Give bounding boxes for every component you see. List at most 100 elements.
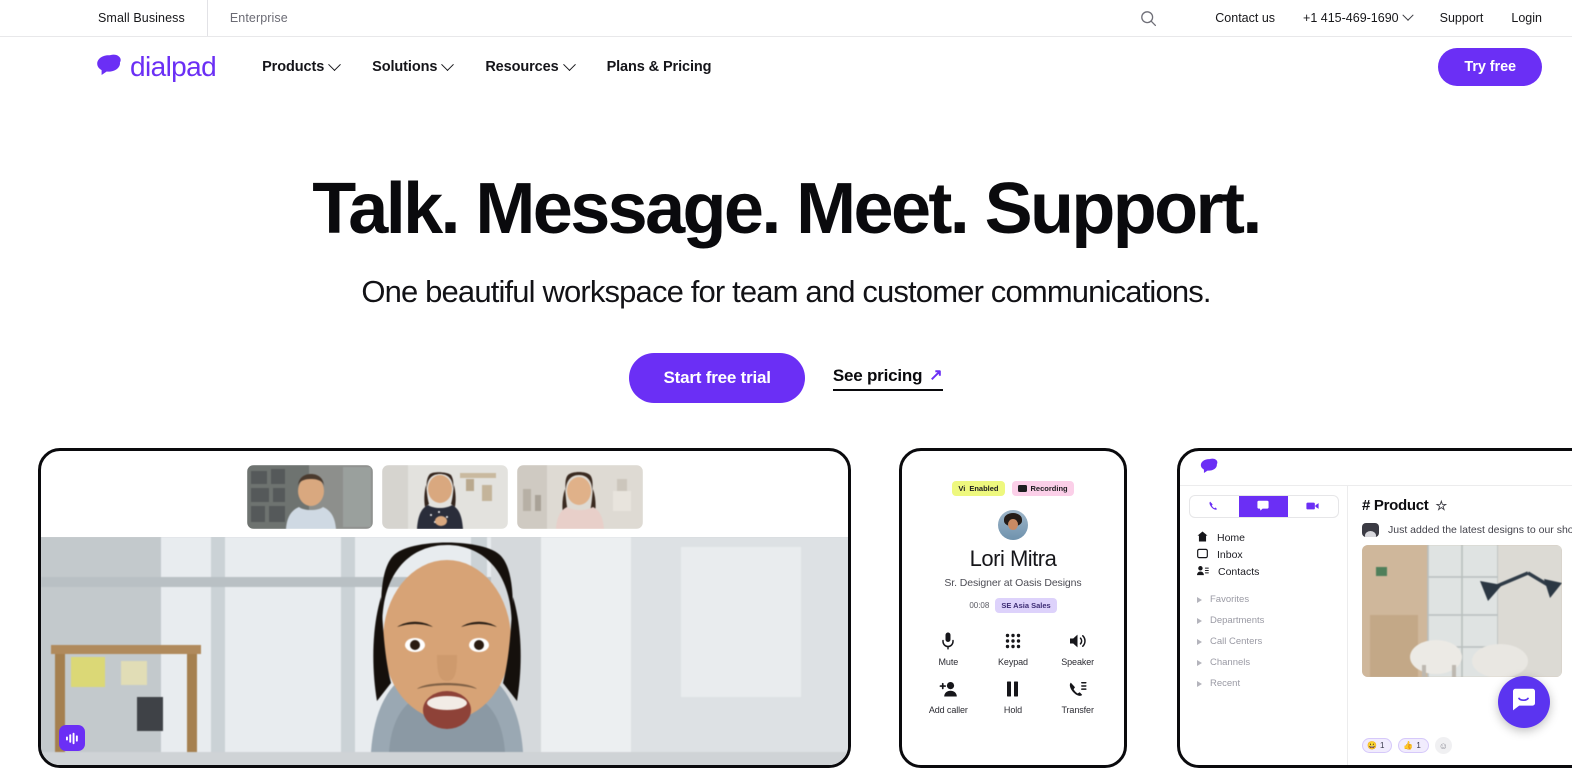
nav-item-resources-label: Resources <box>485 59 558 75</box>
participant-thumbnail[interactable] <box>382 465 508 529</box>
channel-header[interactable]: # Product ☆ <box>1362 497 1572 514</box>
tab-phone[interactable] <box>1190 496 1239 517</box>
sidebar-group-call-centers[interactable]: Call Centers <box>1180 631 1347 652</box>
call-control-transfer-label: Transfer <box>1061 705 1093 715</box>
reaction-count: 1 <box>1416 741 1420 750</box>
active-call-card[interactable]: Vi Enabled Recording Lori Mitra Sr. Desi… <box>899 448 1127 768</box>
link-support[interactable]: Support <box>1440 11 1484 25</box>
contacts-icon <box>1197 565 1209 579</box>
message-text: Just added the latest designs to our sho <box>1388 524 1572 536</box>
voice-intelligence-icon[interactable] <box>59 725 85 751</box>
chevron-down-icon <box>563 58 576 71</box>
sidebar-item-contacts[interactable]: Contacts <box>1180 563 1347 580</box>
sidebar-group-favorites-label: Favorites <box>1210 594 1249 605</box>
sidebar-item-home[interactable]: Home <box>1180 529 1347 546</box>
messaging-app-topbar <box>1180 451 1572 485</box>
video-meeting-card[interactable] <box>38 448 851 768</box>
nav-item-plans-pricing-label: Plans & Pricing <box>607 59 712 75</box>
sidebar-group-call-centers-label: Call Centers <box>1210 636 1262 647</box>
nav-item-plans-pricing[interactable]: Plans & Pricing <box>607 59 712 75</box>
chat-widget-launcher[interactable] <box>1498 676 1550 728</box>
dialpad-logo[interactable]: dialpad <box>96 53 216 81</box>
add-reaction-icon[interactable]: ☺ <box>1435 737 1452 754</box>
tab-chat[interactable] <box>1239 496 1288 517</box>
see-pricing-label: See pricing <box>833 366 922 386</box>
video-icon <box>1306 498 1319 516</box>
sidebar-divider <box>1180 580 1347 589</box>
chevron-right-icon <box>1197 597 1202 603</box>
call-control-mute[interactable]: Mute <box>916 631 981 667</box>
sidebar-group-departments[interactable]: Departments <box>1180 610 1347 631</box>
chat-bubble-icon <box>1511 688 1537 717</box>
chevron-right-icon <box>1197 639 1202 645</box>
vi-prefix-label: Vi <box>958 484 965 493</box>
product-screenshot-row: Vi Enabled Recording Lori Mitra Sr. Desi… <box>0 448 1572 745</box>
nav-item-solutions[interactable]: Solutions <box>372 59 452 75</box>
pause-icon <box>1006 679 1019 699</box>
call-control-transfer[interactable]: Transfer <box>1045 679 1110 715</box>
sidebar-item-inbox[interactable]: Inbox <box>1180 546 1347 563</box>
sidebar-group-favorites[interactable]: Favorites <box>1180 589 1347 610</box>
reaction-pill[interactable]: 👍 1 <box>1398 738 1428 753</box>
call-control-add-caller[interactable]: Add caller <box>916 679 981 715</box>
call-meta: 00:08 SE Asia Sales <box>916 598 1110 613</box>
link-login-label: Login <box>1511 11 1542 25</box>
reaction-pill[interactable]: 😀 1 <box>1362 738 1392 753</box>
chevron-right-icon <box>1197 681 1202 687</box>
status-badge-recording: Recording <box>1012 481 1074 496</box>
caller-name: Lori Mitra <box>916 547 1110 571</box>
avatar <box>1362 523 1379 537</box>
sidebar-group-channels[interactable]: Channels <box>1180 652 1347 673</box>
segment-enterprise[interactable]: Enterprise <box>207 0 288 36</box>
link-contact-us-label: Contact us <box>1215 11 1275 25</box>
star-icon[interactable]: ☆ <box>1435 498 1446 514</box>
sidebar-group-departments-label: Departments <box>1210 615 1264 626</box>
chevron-down-icon <box>328 58 341 71</box>
call-controls: Mute Keypad <box>916 631 1110 715</box>
participant-thumbnails <box>41 451 848 537</box>
start-free-trial-button[interactable]: Start free trial <box>629 353 804 403</box>
call-control-speaker-label: Speaker <box>1061 657 1094 667</box>
utility-bar: Small Business Enterprise Contact us +1 … <box>0 0 1572 37</box>
segment-small-business[interactable]: Small Business <box>98 0 207 36</box>
call-status-badges: Vi Enabled Recording <box>916 481 1110 496</box>
nav-item-resources[interactable]: Resources <box>485 59 573 75</box>
speaker-icon <box>1069 631 1087 651</box>
participant-thumbnail[interactable] <box>247 465 373 529</box>
call-timer: 00:08 <box>969 601 989 610</box>
messaging-sidebar: Home Inbox <box>1180 485 1348 765</box>
message-attachment-photo[interactable] <box>1362 545 1562 677</box>
arrow-up-right-icon: ↗ <box>929 368 942 384</box>
try-free-button[interactable]: Try free <box>1438 48 1542 86</box>
link-contact-us[interactable]: Contact us <box>1215 11 1275 25</box>
dialpad-logo-icon <box>96 54 123 81</box>
nav-item-solutions-label: Solutions <box>372 59 437 75</box>
see-pricing-link[interactable]: See pricing ↗ <box>833 366 943 391</box>
call-line-tag: SE Asia Sales <box>995 598 1056 613</box>
avatar <box>998 510 1028 540</box>
call-control-hold-label: Hold <box>1004 705 1022 715</box>
call-control-keypad[interactable]: Keypad <box>981 631 1046 667</box>
link-login[interactable]: Login <box>1511 11 1542 25</box>
chevron-down-icon <box>1402 10 1413 21</box>
hero-subhead: One beautiful workspace for team and cus… <box>0 274 1572 310</box>
active-speaker-video <box>41 537 848 765</box>
reaction-emoji: 👍 <box>1403 741 1413 750</box>
call-control-speaker[interactable]: Speaker <box>1045 631 1110 667</box>
message-reactions: 😀 1 👍 1 ☺ <box>1362 737 1452 754</box>
chevron-down-icon <box>441 58 454 71</box>
sidebar-group-recent[interactable]: Recent <box>1180 673 1347 694</box>
nav-item-products-label: Products <box>262 59 324 75</box>
tab-video[interactable] <box>1288 496 1337 517</box>
search-icon[interactable] <box>1137 7 1159 29</box>
participant-thumbnail[interactable] <box>517 465 643 529</box>
link-phone-number-label: +1 415-469-1690 <box>1303 11 1399 25</box>
nav-item-products[interactable]: Products <box>262 59 339 75</box>
call-control-mute-label: Mute <box>939 657 959 667</box>
transfer-call-icon <box>1069 679 1087 699</box>
status-badge-vi-enabled: Vi Enabled <box>952 481 1004 496</box>
main-navigation: dialpad Products Solutions Resources Pla… <box>0 37 1572 97</box>
nav-items: Products Solutions Resources Plans & Pri… <box>262 59 711 75</box>
call-control-hold[interactable]: Hold <box>981 679 1046 715</box>
link-phone-number[interactable]: +1 415-469-1690 <box>1303 11 1412 25</box>
